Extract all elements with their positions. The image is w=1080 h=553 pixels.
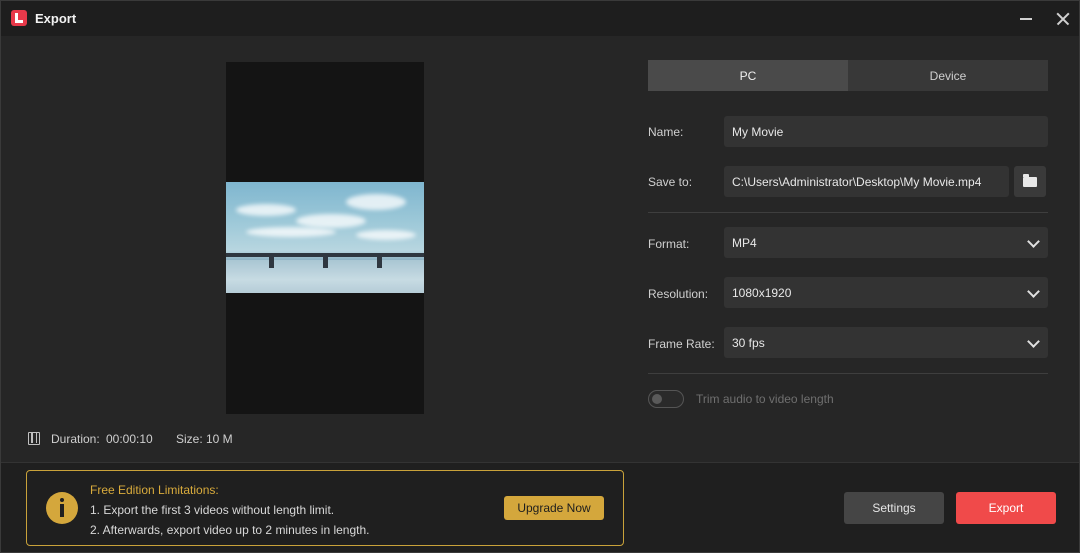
save-path-value: C:\Users\Administrator\Desktop\My Movie.… [732, 174, 982, 189]
browse-folder-button[interactable] [1014, 166, 1046, 197]
frame-rate-value: 30 fps [732, 335, 765, 350]
size-label: Size: [176, 432, 203, 446]
resolution-value: 1080x1920 [732, 285, 792, 300]
info-icon [46, 492, 78, 524]
divider [648, 212, 1048, 213]
name-input-value: My Movie [732, 124, 784, 139]
name-label: Name: [648, 125, 684, 139]
toggle-knob [652, 394, 662, 404]
video-preview [226, 62, 424, 414]
frame-rate-label: Frame Rate: [648, 337, 715, 351]
name-input[interactable]: My Movie [724, 116, 1048, 147]
divider [648, 373, 1048, 374]
resolution-select[interactable]: 1080x1920 [724, 277, 1048, 308]
folder-icon [1023, 174, 1037, 187]
tab-pc[interactable]: PC [648, 60, 848, 91]
window-title: Export [35, 11, 77, 26]
save-path-input[interactable]: C:\Users\Administrator\Desktop\My Movie.… [724, 166, 1009, 197]
preview-thumbnail [226, 182, 424, 293]
film-icon [28, 432, 40, 445]
chevron-down-icon [1027, 335, 1040, 348]
title-bar: Export [1, 1, 1079, 36]
chevron-down-icon [1027, 285, 1040, 298]
chevron-down-icon [1027, 235, 1040, 248]
tab-device[interactable]: Device [848, 60, 1048, 91]
size-value: 10 M [206, 432, 233, 446]
settings-button[interactable]: Settings [844, 492, 944, 524]
export-button[interactable]: Export [956, 492, 1056, 524]
save-to-label: Save to: [648, 175, 693, 189]
bottom-bar: Free Edition Limitations: 1. Export the … [1, 462, 1079, 552]
resolution-label: Resolution: [648, 287, 709, 301]
app-logo-icon [11, 10, 27, 26]
duration-value: 00:00:10 [106, 432, 153, 446]
notice-line-1: 1. Export the first 3 videos without len… [90, 503, 335, 517]
close-button[interactable] [1043, 1, 1080, 36]
format-label: Format: [648, 237, 690, 251]
notice-title: Free Edition Limitations: [90, 483, 219, 497]
frame-rate-select[interactable]: 30 fps [724, 327, 1048, 358]
format-select[interactable]: MP4 [724, 227, 1048, 258]
format-value: MP4 [732, 235, 757, 250]
export-dialog: Export Duration: 00:00:10 Size: 10 M PC … [0, 0, 1080, 553]
upgrade-now-button[interactable]: Upgrade Now [504, 496, 604, 520]
export-target-tabs: PC Device [648, 60, 1048, 91]
duration-label: Duration: [51, 432, 100, 446]
trim-audio-label: Trim audio to video length [696, 392, 834, 406]
minimize-button[interactable] [1005, 1, 1045, 36]
trim-audio-toggle[interactable] [648, 390, 684, 408]
notice-line-2: 2. Afterwards, export video up to 2 minu… [90, 523, 370, 537]
free-edition-notice: Free Edition Limitations: 1. Export the … [26, 470, 624, 546]
